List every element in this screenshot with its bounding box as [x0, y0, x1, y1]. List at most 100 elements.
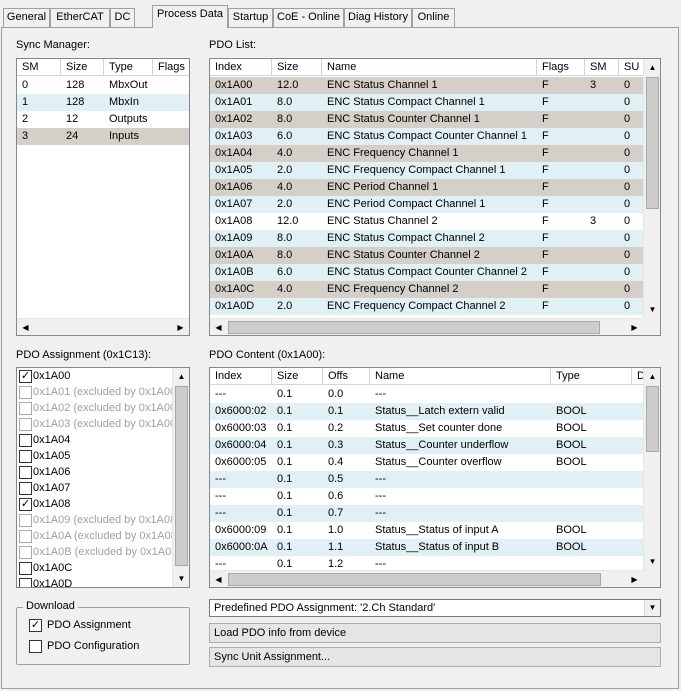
table-row[interactable]: 0x6000:02 0.1 0.1 Status__Latch extern vali…	[210, 403, 643, 420]
table-row[interactable]: 0x6000:09 0.1 1.0 Status__Status of input A…	[210, 522, 643, 539]
pdo-col-name[interactable]: Name	[322, 59, 537, 76]
table-row[interactable]: 0x1A03 6.0 ENC Status Compact Counter Chan…	[210, 128, 643, 145]
table-row[interactable]: 0x6000:03 0.1 0.2 Status__Set counter done B…	[210, 420, 643, 437]
table-row[interactable]: 0 128 MbxOut	[17, 77, 189, 94]
checkbox-icon[interactable]	[19, 514, 32, 527]
checkbox-icon[interactable]	[19, 450, 32, 463]
list-item[interactable]: 0x1A01 (excluded by 0x1A00)	[17, 385, 180, 401]
scroll-down-icon[interactable]: ▼	[644, 301, 660, 318]
table-row[interactable]: 0x1A00 12.0 ENC Status Channel 1 F 3 0	[210, 77, 643, 94]
table-row[interactable]: 0x1A0D 2.0 ENC Frequency Compact Channel 2…	[210, 298, 643, 315]
list-item[interactable]: 0x1A0B (excluded by 0x1A08)	[17, 545, 181, 561]
table-row[interactable]: 0x1A04 4.0 ENC Frequency Channel 1 F 0	[210, 145, 643, 162]
table-row[interactable]: --- 0.1 0.7 ---	[210, 505, 643, 522]
sm-col-size[interactable]: Size	[61, 59, 104, 76]
pdo-assignment-scroll-thumb[interactable]	[175, 386, 188, 566]
pdo-assignment-list[interactable]: ✓ 0x1A00 0x1A01 (excluded by 0x1A00) 0x1A02…	[16, 367, 190, 588]
table-row[interactable]: 0x1A0A 8.0 ENC Status Counter Channel 2 F 0	[210, 247, 643, 264]
checkbox-icon[interactable]	[19, 466, 32, 479]
pdo-configuration-checkbox[interactable]	[29, 640, 42, 653]
table-row[interactable]: 0x1A08 12.0 ENC Status Channel 2 F 3 0	[210, 213, 643, 230]
checkbox-icon[interactable]	[19, 434, 32, 447]
checkbox-icon[interactable]	[19, 402, 32, 415]
scroll-down-icon[interactable]: ▼	[173, 570, 189, 587]
tab-dc[interactable]: DC	[110, 8, 135, 27]
pdo-list-hscroll-thumb[interactable]	[228, 321, 600, 334]
content-col-size[interactable]: Size	[272, 368, 323, 385]
pdo-content-scroll-thumb[interactable]	[646, 386, 659, 452]
content-col-type[interactable]: Type	[551, 368, 632, 385]
table-row[interactable]: 0x1A0B 6.0 ENC Status Compact Counter Chan…	[210, 264, 643, 281]
table-row[interactable]: 0x1A05 2.0 ENC Frequency Compact Channel 1…	[210, 162, 643, 179]
list-item[interactable]: 0x1A04	[17, 433, 173, 449]
pdo-assignment-vscroll[interactable]: ▲ ▼	[172, 368, 189, 587]
tab-startup[interactable]: Startup	[228, 8, 273, 27]
content-col-offs[interactable]: Offs	[323, 368, 370, 385]
table-row[interactable]: 0x1A01 8.0 ENC Status Compact Channel 1 F 0	[210, 94, 643, 111]
pdo-list-hscroll[interactable]: ◀ ▶	[210, 318, 643, 335]
pdo-content-vscroll[interactable]: ▲ ▼	[643, 368, 660, 570]
pdo-list-scroll-thumb[interactable]	[646, 77, 659, 209]
tab-general[interactable]: General	[3, 8, 50, 27]
list-item[interactable]: 0x1A07	[17, 481, 173, 497]
scroll-left-icon[interactable]: ◀	[210, 571, 227, 587]
list-item[interactable]: 0x1A02 (excluded by 0x1A00)	[17, 401, 180, 417]
scroll-right-icon[interactable]: ▶	[172, 319, 189, 335]
pdo-content-list[interactable]: Index Size Offs Name Type D --- 0.1 0.0 ---…	[209, 367, 661, 588]
chevron-down-icon[interactable]: ▼	[644, 600, 660, 616]
table-row[interactable]: 0x6000:0A 0.1 1.1 Status__Status of input B…	[210, 539, 643, 556]
pdo-col-flags[interactable]: Flags	[537, 59, 585, 76]
list-item[interactable]: 0x1A09 (excluded by 0x1A08)	[17, 513, 180, 529]
checkbox-checked-icon[interactable]: ✓	[19, 370, 32, 383]
sm-col-type[interactable]: Type	[104, 59, 153, 76]
table-row[interactable]: 0x1A07 2.0 ENC Period Compact Channel 1 F 0	[210, 196, 643, 213]
checkbox-icon[interactable]	[19, 530, 32, 543]
predefined-pdo-assignment-select[interactable]: Predefined PDO Assignment: '2.Ch Standar…	[209, 599, 661, 617]
table-row[interactable]: 0x6000:05 0.1 0.4 Status__Counter overflow B…	[210, 454, 643, 471]
table-row[interactable]: 0x6000:04 0.1 0.3 Status__Counter underflow…	[210, 437, 643, 454]
list-item[interactable]: 0x1A0D	[17, 577, 173, 587]
list-item[interactable]: 0x1A0C	[17, 561, 173, 577]
list-item[interactable]: ✓ 0x1A08	[17, 497, 173, 513]
content-col-index[interactable]: Index	[210, 368, 272, 385]
checkbox-icon[interactable]	[19, 386, 32, 399]
scroll-up-icon[interactable]: ▲	[644, 59, 660, 76]
tab-online[interactable]: Online	[412, 8, 455, 27]
pdo-assignment-checkbox[interactable]: ✓	[29, 619, 42, 632]
scroll-up-icon[interactable]: ▲	[644, 368, 660, 385]
pdo-content-hscroll-thumb[interactable]	[228, 573, 601, 586]
table-row[interactable]: 1 128 MbxIn	[17, 94, 189, 111]
list-item[interactable]: 0x1A05	[17, 449, 173, 465]
content-col-name[interactable]: Name	[370, 368, 551, 385]
scroll-left-icon[interactable]: ◀	[17, 319, 34, 335]
table-row[interactable]: 0x1A0C 4.0 ENC Frequency Channel 2 F 0	[210, 281, 643, 298]
sm-col-sm[interactable]: SM	[17, 59, 61, 76]
scroll-down-icon[interactable]: ▼	[644, 553, 660, 570]
load-pdo-info-button[interactable]: Load PDO info from device	[209, 623, 661, 643]
table-row[interactable]: 3 24 Inputs	[17, 128, 189, 145]
list-item[interactable]: 0x1A06	[17, 465, 173, 481]
checkbox-icon[interactable]	[19, 418, 32, 431]
table-row[interactable]: 0x1A09 8.0 ENC Status Compact Channel 2 F 0	[210, 230, 643, 247]
scroll-right-icon[interactable]: ▶	[626, 571, 643, 587]
checkbox-checked-icon[interactable]: ✓	[19, 498, 32, 511]
tab-ethercat[interactable]: EtherCAT	[50, 8, 110, 27]
pdo-col-size[interactable]: Size	[272, 59, 322, 76]
table-row[interactable]: 2 12 Outputs	[17, 111, 189, 128]
table-row[interactable]: --- 0.1 0.5 ---	[210, 471, 643, 488]
checkbox-icon[interactable]	[19, 562, 32, 575]
list-item[interactable]: 0x1A0A (excluded by 0x1A08)	[17, 529, 180, 545]
pdo-col-index[interactable]: Index	[210, 59, 272, 76]
table-row[interactable]: --- 0.1 0.6 ---	[210, 488, 643, 505]
sync-manager-list[interactable]: SM Size Type Flags 0 128 MbxOut 1 128 MbxIn 2 1…	[16, 58, 190, 336]
table-row[interactable]: 0x1A02 8.0 ENC Status Counter Channel 1 F 0	[210, 111, 643, 128]
list-item[interactable]: ✓ 0x1A00	[17, 369, 173, 385]
sm-col-flags[interactable]: Flags	[153, 59, 189, 76]
sync-manager-hscroll[interactable]: ◀ ▶	[17, 318, 189, 335]
tab-coe-online[interactable]: CoE - Online	[273, 8, 344, 27]
pdo-col-sm[interactable]: SM	[585, 59, 619, 76]
table-row[interactable]: 0x1A06 4.0 ENC Period Channel 1 F 0	[210, 179, 643, 196]
checkbox-icon[interactable]	[19, 482, 32, 495]
pdo-list[interactable]: Index Size Name Flags SM SU 0x1A00 12.0 EN…	[209, 58, 661, 336]
tab-diag-history[interactable]: Diag History	[344, 8, 412, 27]
